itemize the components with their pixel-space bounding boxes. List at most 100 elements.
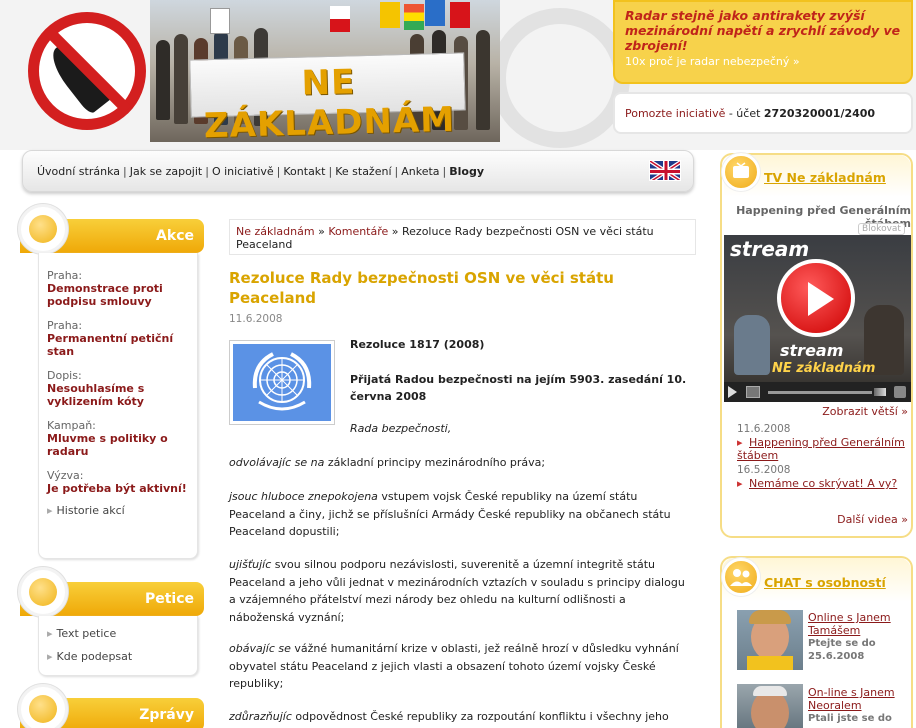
petice-where-to-sign-link[interactable]: Kde podepsat xyxy=(47,645,189,668)
paragraph-text: odpovědnost České republiky za rozpoután… xyxy=(291,710,669,723)
breadcrumb: Ne základnám » Komentáře » Rezoluce Rady… xyxy=(229,219,696,255)
nav-item-poll[interactable]: Anketa xyxy=(401,165,439,178)
chat-item: Online s Janem Tamášem Ptejte se do 25.6… xyxy=(808,611,910,663)
breadcrumb-home[interactable]: Ne základnám xyxy=(236,225,315,238)
watermark-icon xyxy=(490,8,630,148)
resolution-paragraph: obávajíc se vážné humanitární krize v ob… xyxy=(229,640,691,693)
nav-item-how-to-join[interactable]: Jak se zapojit xyxy=(130,165,203,178)
akce-history-link[interactable]: Historie akcí xyxy=(47,499,189,522)
tv-item-date: 16.5.2008 xyxy=(737,464,791,476)
tv-title-link[interactable]: TV Ne základnám xyxy=(764,170,886,185)
radar-headline[interactable]: Radar stejně jako antirakety zvýší mezin… xyxy=(625,8,901,53)
volume-bar[interactable] xyxy=(874,388,886,396)
tv-icon xyxy=(722,153,760,191)
akce-item: Praha: Permanentní petiční stan xyxy=(47,319,189,358)
akce-title-link[interactable]: Permanentní petiční stan xyxy=(47,332,173,358)
radar-reasons-link[interactable]: 10x proč je radar nebezpečný » xyxy=(625,55,901,68)
resolution-paragraph: zdůrazňujíc odpovědnost České republiky … xyxy=(229,708,691,726)
akce-title-link[interactable]: Demonstrace proti podpisu smlouvy xyxy=(47,282,163,308)
paragraph-text: vážné humanitární krize v oblasti, jež r… xyxy=(229,642,679,690)
people-icon xyxy=(722,558,760,596)
paragraph-lead: zdůrazňujíc xyxy=(229,710,292,723)
nav-separator: | xyxy=(205,165,209,178)
uk-flag-icon[interactable] xyxy=(649,160,681,181)
chat-item: On-line s Janem Neoralem Ptali jste se d… xyxy=(808,686,910,725)
petice-text-link[interactable]: Text petice xyxy=(47,622,189,645)
paragraph-lead: odvolávajíc se na xyxy=(229,456,325,469)
nav-item-about[interactable]: O iniciativě xyxy=(212,165,274,178)
tv-list-item: 16.5.2008 Nemáme co skrývat! A vy? xyxy=(737,464,907,490)
akce-title-link[interactable]: Je potřeba být aktivní! xyxy=(47,482,187,495)
support-link[interactable]: Pomozte iniciativě xyxy=(625,107,725,120)
paragraph-text: svou silnou podporu nezávislosti, suvere… xyxy=(229,558,685,624)
breadcrumb-sep: » xyxy=(314,225,329,238)
volume-icon[interactable] xyxy=(894,386,906,398)
tv-item-date: 11.6.2008 xyxy=(737,423,791,435)
nav-separator: | xyxy=(328,165,333,178)
article-title: Rezoluce Rady bezpečnosti OSN ve věci st… xyxy=(229,269,614,307)
play-icon[interactable] xyxy=(728,386,737,398)
resolution-paragraph: ujišťujíc svou silnou podporu nezávislos… xyxy=(229,556,691,626)
chat-box: CHAT s osobností Online s Janem Tamášem … xyxy=(720,556,913,728)
akce-item: Dopis: Nesouhlasíme s vyklizením kóty xyxy=(47,369,189,408)
tv-item-link[interactable]: Happening před Generálním štábem xyxy=(737,436,905,462)
radar-promo-box: Radar stejně jako antirakety zvýší mezin… xyxy=(613,0,913,84)
nav-item-downloads[interactable]: Ke stažení xyxy=(335,165,391,178)
resolution-adopted: Přijatá Radou bezpečnosti na jejím 5903.… xyxy=(350,373,687,403)
banner-text: NE ZÁKLADNÁM xyxy=(203,62,456,147)
guest-photo[interactable] xyxy=(737,684,803,728)
tv-list-item: 11.6.2008 Happening před Generálním štáb… xyxy=(737,423,907,462)
main-nav: Úvodní stránka | Jak se zapojit | O iniciati… xyxy=(22,150,694,192)
nav-separator: | xyxy=(123,165,127,178)
chat-item-link[interactable]: Online s Janem Tamášem xyxy=(808,611,910,637)
more-videos-link[interactable]: Další videa » xyxy=(726,513,908,526)
resolution-paragraph: jsouc hluboce znepokojena vstupem vojsk … xyxy=(229,488,691,541)
paragraph-lead: jsouc hluboce znepokojena xyxy=(229,490,378,503)
akce-badge-icon xyxy=(18,204,68,254)
chat-item-link[interactable]: On-line s Janem Neoralem xyxy=(808,686,910,712)
nav-item-home[interactable]: Úvodní stránka xyxy=(37,165,120,178)
enlarge-video-link[interactable]: Zobrazit větší » xyxy=(726,405,908,418)
akce-category: Praha: xyxy=(47,319,83,332)
article-date: 11.6.2008 xyxy=(229,313,283,325)
nav-separator: | xyxy=(442,165,447,178)
akce-category: Kampaň: xyxy=(47,419,96,432)
breadcrumb-section[interactable]: Komentáře xyxy=(328,225,388,238)
tv-box: TV Ne základnám Happening před Generální… xyxy=(720,153,913,538)
chat-item-subtitle: Ptejte se do 25.6.2008 xyxy=(808,638,876,662)
akce-category: Výzva: xyxy=(47,469,84,482)
zpravy-badge-icon xyxy=(18,684,68,728)
play-button-icon[interactable] xyxy=(777,259,855,337)
resolution-council: Rada bezpečnosti, xyxy=(350,422,452,435)
video-overlay-text: NE základnám xyxy=(772,361,876,376)
block-button[interactable]: Blokovat xyxy=(858,223,905,235)
video-controls xyxy=(724,382,911,402)
tv-item-link[interactable]: Nemáme co skrývat! A vy? xyxy=(737,477,897,490)
resolution-paragraph: odvolávajíc se na základní principy mezi… xyxy=(229,454,691,472)
resolution-id: Rezoluce 1817 (2008) xyxy=(350,338,485,351)
nav-item-blogs[interactable]: Blogy xyxy=(449,165,484,178)
stream-logo: stream xyxy=(730,237,810,261)
stop-icon[interactable] xyxy=(746,386,760,398)
support-text: - účet xyxy=(725,107,764,120)
nav-separator: | xyxy=(276,165,281,178)
nav-items: Úvodní stránka | Jak se zapojit | O iniciati… xyxy=(37,165,484,178)
stream-logo-small: stream xyxy=(780,341,844,360)
akce-category: Praha: xyxy=(47,269,83,282)
video-seek-bar[interactable] xyxy=(768,391,872,394)
chat-title-link[interactable]: CHAT s osobností xyxy=(764,575,886,590)
akce-title-link[interactable]: Mluvme s politiky o radaru xyxy=(47,432,168,458)
guest-photo[interactable] xyxy=(737,610,803,670)
akce-category: Dopis: xyxy=(47,369,82,382)
un-emblem-image xyxy=(229,340,335,425)
support-box: Pomozte iniciativě - účet 2720320001/240… xyxy=(613,92,913,134)
akce-title-link[interactable]: Nesouhlasíme s vyklizením kóty xyxy=(47,382,144,408)
petice-badge-icon xyxy=(18,567,68,617)
breadcrumb-sep: » xyxy=(388,225,403,238)
paragraph-text: základní principy mezinárodního práva; xyxy=(324,456,546,469)
akce-item: Praha: Demonstrace proti podpisu smlouvy xyxy=(47,269,189,308)
akce-item: Kampaň: Mluvme s politiky o radaru xyxy=(47,419,189,458)
video-player[interactable]: stream stream NE základnám xyxy=(724,235,911,402)
nav-item-contact[interactable]: Kontakt xyxy=(283,165,325,178)
chat-item-subtitle: Ptali jste se do xyxy=(808,713,892,724)
